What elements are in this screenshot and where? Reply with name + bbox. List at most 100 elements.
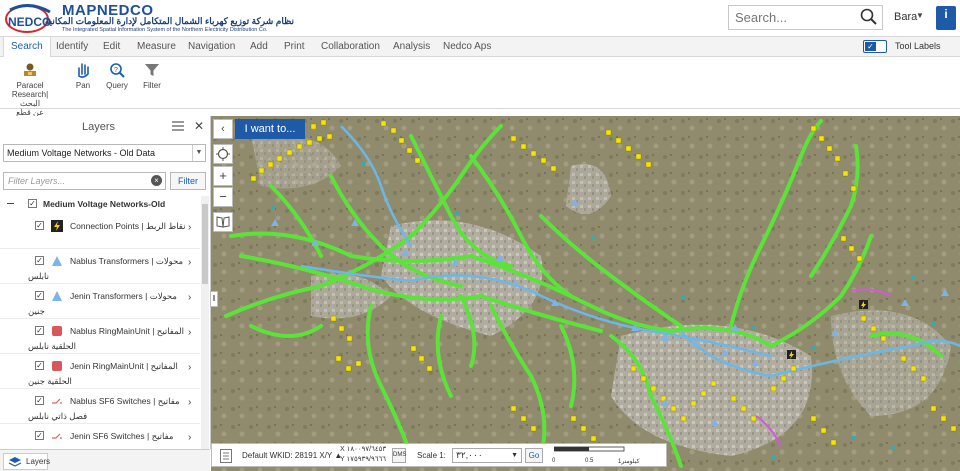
switch-icon xyxy=(52,433,62,439)
bottom-tab-layers-label: Layers xyxy=(26,457,51,466)
scrollbar-thumb[interactable] xyxy=(202,204,208,284)
layer-label: Jenin Transformers | محولات xyxy=(70,291,177,301)
tab-edit[interactable]: Edit xyxy=(103,37,120,57)
tool-labels-toggle[interactable]: ✓ xyxy=(863,40,887,53)
app-window: NEDCO MAPNEDCO نظام شركة توزيع كهرباء ال… xyxy=(0,0,960,471)
parcel-search-icon xyxy=(24,63,36,76)
chevron-right-icon[interactable]: › xyxy=(188,397,191,408)
chevron-right-icon[interactable]: › xyxy=(188,257,191,268)
x-coordinate: X ١٨٠٠٩٧/٦٤٥٣ xyxy=(340,446,387,453)
tab-print[interactable]: Print xyxy=(284,37,305,57)
chevron-right-icon[interactable]: › xyxy=(188,292,191,303)
layer-checkbox[interactable]: ✓ xyxy=(35,396,44,405)
query-button[interactable]: ? Query xyxy=(104,62,130,90)
scale-bar-0: 0 xyxy=(552,458,556,464)
panel-resize-handle[interactable]: ‖ xyxy=(210,291,218,307)
layer-item-nablus-ringmainunit[interactable]: ✓ Nablus RingMainUnit | المفاتيح الحلقية… xyxy=(0,319,200,354)
layer-checkbox[interactable]: ✓ xyxy=(35,431,44,440)
info-icon[interactable]: i xyxy=(936,6,956,30)
locate-icon[interactable] xyxy=(213,144,233,164)
pan-button[interactable]: Pan xyxy=(72,62,94,90)
clear-filter-icon[interactable]: × xyxy=(151,175,162,186)
chevron-right-icon[interactable]: › xyxy=(188,222,191,233)
tab-nedco-aps[interactable]: Nedco Aps xyxy=(443,37,491,57)
arabic-system-title: نظام شركة توزيع كهرباء الشمال المتكامل ل… xyxy=(44,16,294,26)
tab-navigation[interactable]: Navigation xyxy=(188,37,235,57)
layer-checkbox[interactable]: ✓ xyxy=(35,361,44,370)
search-input[interactable] xyxy=(729,6,855,29)
tool-tabs: Search Identify Edit Measure Navigation … xyxy=(0,37,960,58)
layer-item-jenin-transformers[interactable]: ✓ Jenin Transformers | محولات جنين › xyxy=(0,284,200,319)
layer-item-jenin-sf6-switches[interactable]: ✓ Jenin SF6 Switches | مفاتيح › xyxy=(0,424,200,449)
group-checkbox[interactable]: ✓ xyxy=(28,199,37,208)
layer-label: Jenin SF6 Switches | مفاتيح xyxy=(70,431,174,441)
chevron-right-icon[interactable]: › xyxy=(188,432,191,443)
tab-measure[interactable]: Measure xyxy=(137,37,176,57)
filter-tool-button[interactable]: Filter xyxy=(140,62,164,90)
triangle-icon xyxy=(52,256,62,266)
layer-checkbox[interactable]: ✓ xyxy=(35,326,44,335)
satellite-basemap xyxy=(211,116,960,471)
search-icon[interactable] xyxy=(860,8,878,26)
funnel-icon xyxy=(145,64,159,76)
bookmark-book-icon[interactable] xyxy=(213,212,233,232)
filter-tool-label: Filter xyxy=(143,81,161,90)
layer-label-line2: نابلس xyxy=(28,271,49,281)
layer-label-line2: الحلقية جنين xyxy=(28,376,72,386)
layer-label-line2: جنين xyxy=(28,306,45,316)
global-search[interactable] xyxy=(728,5,883,30)
wkid-readout[interactable]: Default WKID: 28191 X/Y ▲ xyxy=(242,451,342,460)
i-want-to-button[interactable]: I want to... xyxy=(235,119,305,139)
svg-text:?: ? xyxy=(114,67,118,74)
dms-toggle-icon[interactable]: DMS xyxy=(392,448,406,463)
go-button[interactable]: Go xyxy=(525,448,543,463)
tab-search[interactable]: Search xyxy=(3,37,51,58)
layers-panel-title: Layers xyxy=(82,121,116,133)
check-icon: ✓ xyxy=(865,42,876,51)
pan-label: Pan xyxy=(75,81,91,90)
layer-label-line2: الحلقية نابلس xyxy=(28,341,77,351)
layer-checkbox[interactable]: ✓ xyxy=(35,256,44,265)
panel-bottom-tabs: Layers xyxy=(0,449,210,471)
layer-item-nablus-transformers[interactable]: ✓ Nablus Transformers | محولات نابلس › xyxy=(0,249,200,284)
user-menu[interactable]: Bara xyxy=(894,11,917,23)
zoom-out-icon[interactable]: − xyxy=(213,187,233,207)
layers-panel: Layers ✕ Medium Voltage Networks - Old D… xyxy=(0,116,211,449)
zoom-in-icon[interactable]: + xyxy=(213,166,233,186)
collapse-icon[interactable] xyxy=(7,203,14,204)
filter-layers-button[interactable]: Filter xyxy=(170,172,206,190)
tab-add[interactable]: Add xyxy=(250,37,268,57)
scale-bar-05: 0.5 xyxy=(585,458,594,464)
chevron-down-icon[interactable]: ▼ xyxy=(511,449,518,462)
layer-label: Nablus SF6 Switches | مفاتيح xyxy=(70,396,180,406)
layers-scrollbar[interactable] xyxy=(201,196,209,449)
layer-item-nablus-sf6-switches[interactable]: ✓ Nablus SF6 Switches | مفاتيح فصل ذاتي … xyxy=(0,389,200,424)
layer-label: Connection Points | نقاط الربط xyxy=(70,221,186,231)
layer-item-jenin-ringmainunit[interactable]: ✓ Jenin RingMainUnit | المفاتيح الحلقية … xyxy=(0,354,200,389)
layer-set-select[interactable]: Medium Voltage Networks - Old Data ▼ xyxy=(3,144,206,162)
layer-label: Jenin RingMainUnit | المفاتيح xyxy=(70,361,178,371)
scale-select[interactable]: ٣٢,٠٠٠ ▼ xyxy=(452,448,522,463)
chevron-right-icon[interactable]: › xyxy=(188,327,191,338)
bottom-tab-layers[interactable]: Layers xyxy=(3,453,51,470)
map-view[interactable]: I want to... ‹ + − Default WKID: 28191 X… xyxy=(211,116,960,471)
chevron-down-icon[interactable]: ▼ xyxy=(192,145,205,161)
parcel-research-label-2: Research|البحث xyxy=(11,90,49,108)
header: NEDCO MAPNEDCO نظام شركة توزيع كهرباء ال… xyxy=(0,0,960,37)
panel-menu-icon[interactable] xyxy=(172,121,184,131)
chevron-right-icon[interactable]: › xyxy=(188,362,191,373)
tab-collaboration[interactable]: Collaboration xyxy=(321,37,380,57)
parcel-research-label-1: Paracel xyxy=(16,81,44,90)
layer-checkbox[interactable]: ✓ xyxy=(35,291,44,300)
collapse-panel-icon[interactable]: ‹ xyxy=(213,119,233,139)
layer-checkbox[interactable]: ✓ xyxy=(35,221,44,230)
tab-identify[interactable]: Identify xyxy=(56,37,88,57)
close-icon[interactable]: ✕ xyxy=(194,119,204,133)
filter-layers-input[interactable]: Filter Layers... × xyxy=(3,172,166,190)
tab-analysis[interactable]: Analysis xyxy=(393,37,430,57)
coordinate-list-icon[interactable] xyxy=(220,449,232,463)
chevron-down-icon[interactable]: ▼ xyxy=(916,11,924,20)
layers-icon xyxy=(8,457,22,467)
layer-group-row[interactable]: ✓ Medium Voltage Networks-Old xyxy=(0,196,206,212)
layer-item-connection-points[interactable]: ✓ Connection Points | نقاط الربط › xyxy=(0,214,200,249)
